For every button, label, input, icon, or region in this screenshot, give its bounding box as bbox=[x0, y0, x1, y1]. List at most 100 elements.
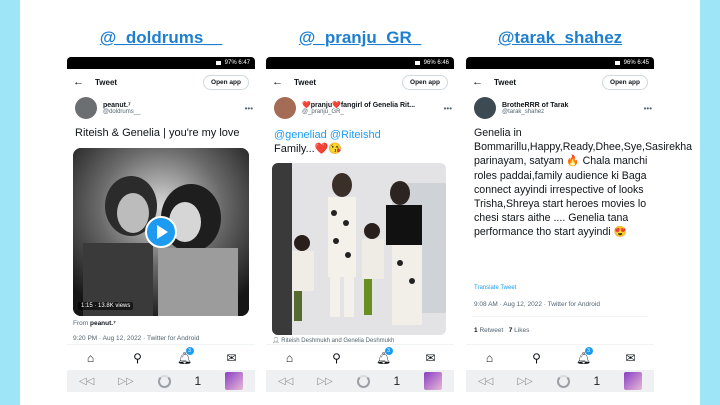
bottom-nav: ⌂ ⚲ 🔔︎ 3 ✉ bbox=[466, 344, 654, 370]
retweet-count[interactable]: 1 bbox=[474, 327, 478, 334]
tweet-header-title: Tweet bbox=[294, 77, 317, 87]
home-icon[interactable]: ⌂ bbox=[81, 351, 101, 365]
browser-bar: ◁◁ ▷▷ 1 bbox=[466, 370, 654, 392]
retweet-label: Retweet bbox=[479, 327, 504, 334]
forward-icon[interactable]: ▷▷ bbox=[118, 376, 133, 387]
from-label: From bbox=[73, 320, 89, 327]
left-accent-bar bbox=[0, 0, 20, 405]
arrow-left-icon[interactable]: ← bbox=[272, 76, 286, 88]
open-app-button[interactable]: Open app bbox=[402, 74, 448, 90]
avatar[interactable] bbox=[474, 97, 496, 119]
notification-badge: 3 bbox=[185, 346, 194, 355]
tweet-video[interactable]: 1:15 · 13.8K views bbox=[73, 148, 249, 316]
photo-tags: 👤︎ Riteish Deshmukh and Genelia Deshmukh bbox=[272, 337, 394, 344]
tweet-text: Genelia in Bommarillu,Happy,Ready,Dhee,S… bbox=[474, 127, 693, 239]
notifications-icon[interactable]: 🔔︎ 3 bbox=[374, 346, 394, 365]
search-icon[interactable]: ⚲ bbox=[527, 351, 547, 365]
author-handle[interactable]: @_pranju_GR_ bbox=[302, 109, 442, 115]
like-label: Likes bbox=[514, 327, 530, 334]
author-name[interactable]: BrotheRRR of Tarak bbox=[502, 102, 642, 109]
tweet-meta: 9:20 PM · Aug 12, 2022 · Twitter for And… bbox=[73, 335, 200, 342]
from-line: From peanut.⁷ bbox=[73, 320, 116, 327]
tabs-icon[interactable] bbox=[624, 372, 643, 390]
avatar[interactable] bbox=[274, 97, 296, 119]
tweet-photo[interactable] bbox=[272, 163, 446, 335]
tweet-card-1: @_doldrums__ 97% 6:47 ← Tweet Open app p… bbox=[67, 0, 255, 405]
tabs-icon[interactable] bbox=[225, 372, 244, 390]
home-icon[interactable]: ⌂ bbox=[280, 351, 300, 365]
play-icon bbox=[157, 225, 168, 239]
video-duration: 1:15 · 13.8K views bbox=[78, 302, 134, 310]
status-text: 97% 6:47 bbox=[224, 60, 250, 66]
tabs-icon[interactable] bbox=[424, 372, 443, 390]
from-user[interactable]: peanut.⁷ bbox=[90, 320, 116, 327]
tweet-author: BrotheRRR of Tarak @tarak_shahez ••• bbox=[474, 96, 652, 120]
notification-badge: 3 bbox=[584, 346, 593, 355]
tweet-author: peanut.⁷ @doldrums__ ••• bbox=[75, 96, 253, 120]
tab-count[interactable]: 1 bbox=[393, 374, 400, 388]
more-icon[interactable]: ••• bbox=[243, 104, 253, 113]
tweet-card-3: @tarak_shahez 96% 6:45 ← Tweet Open app … bbox=[466, 0, 693, 405]
right-accent-bar bbox=[700, 0, 720, 405]
messages-icon[interactable]: ✉ bbox=[222, 351, 242, 365]
tweet-text: Riteish & Genelia | you're my love bbox=[75, 127, 240, 139]
status-bar: 96% 6:46 bbox=[266, 57, 454, 69]
tab-count[interactable]: 1 bbox=[593, 374, 600, 388]
home-icon[interactable]: ⌂ bbox=[480, 351, 500, 365]
avatar[interactable] bbox=[75, 97, 97, 119]
back-icon[interactable]: ◁◁ bbox=[278, 376, 293, 387]
search-icon[interactable]: ⚲ bbox=[128, 351, 148, 365]
open-app-button[interactable]: Open app bbox=[203, 74, 249, 90]
status-text: 96% 6:45 bbox=[623, 60, 649, 66]
forward-icon[interactable]: ▷▷ bbox=[317, 376, 332, 387]
tweet-topbar: ← Tweet Open app bbox=[67, 71, 255, 93]
reload-icon[interactable] bbox=[556, 374, 570, 388]
notification-badge: 3 bbox=[384, 346, 393, 355]
browser-bar: ◁◁ ▷▷ 1 bbox=[266, 370, 454, 392]
status-bar: 96% 6:45 bbox=[466, 57, 654, 69]
signal-icon bbox=[215, 61, 221, 65]
reload-icon[interactable] bbox=[157, 374, 171, 388]
like-count[interactable]: 7 bbox=[509, 327, 513, 334]
forward-icon[interactable]: ▷▷ bbox=[517, 376, 532, 387]
more-icon[interactable]: ••• bbox=[442, 104, 452, 113]
play-button[interactable] bbox=[145, 216, 177, 248]
notifications-icon[interactable]: 🔔︎ 3 bbox=[574, 346, 594, 365]
arrow-left-icon[interactable]: ← bbox=[472, 76, 486, 88]
divider bbox=[472, 316, 648, 317]
tweet-text: Family...❤️😘 bbox=[274, 143, 343, 155]
card-title: @_pranju_GR_ bbox=[298, 28, 422, 47]
browser-bar: ◁◁ ▷▷ 1 bbox=[67, 370, 255, 392]
notifications-icon[interactable]: 🔔︎ 3 bbox=[175, 346, 195, 365]
status-bar: 97% 6:47 bbox=[67, 57, 255, 69]
card-title: @tarak_shahez bbox=[497, 28, 623, 47]
tweet-card-2: @_pranju_GR_ 96% 6:46 ← Tweet Open app ❤… bbox=[266, 0, 454, 405]
back-icon[interactable]: ◁◁ bbox=[79, 376, 94, 387]
search-icon[interactable]: ⚲ bbox=[327, 351, 347, 365]
photo-content bbox=[272, 163, 446, 335]
tweet-stats: 1 Retweet 7 Likes bbox=[474, 327, 529, 334]
status-text: 96% 6:46 bbox=[423, 60, 449, 66]
open-app-button[interactable]: Open app bbox=[602, 74, 648, 90]
back-icon[interactable]: ◁◁ bbox=[478, 376, 493, 387]
messages-icon[interactable]: ✉ bbox=[621, 351, 641, 365]
author-name[interactable]: ❤️pranju❤️fangirl of Genelia Rit... bbox=[302, 101, 442, 109]
author-handle[interactable]: @doldrums__ bbox=[103, 109, 243, 115]
signal-icon bbox=[414, 61, 420, 65]
author-handle[interactable]: @tarak_shahez bbox=[502, 109, 642, 115]
tab-count[interactable]: 1 bbox=[194, 374, 201, 388]
reload-icon[interactable] bbox=[356, 374, 370, 388]
bottom-nav: ⌂ ⚲ 🔔︎ 3 ✉ bbox=[266, 344, 454, 370]
tweet-header-title: Tweet bbox=[95, 77, 118, 87]
tweet-meta: 9:08 AM · Aug 12, 2022 · Twitter for And… bbox=[474, 301, 600, 308]
tweet-mentions[interactable]: @geneliad @Riteishd bbox=[274, 128, 452, 142]
arrow-left-icon[interactable]: ← bbox=[73, 76, 87, 88]
author-name[interactable]: peanut.⁷ bbox=[103, 102, 243, 109]
tweet-topbar: ← Tweet Open app bbox=[466, 71, 654, 93]
signal-icon bbox=[614, 61, 620, 65]
messages-icon[interactable]: ✉ bbox=[421, 351, 441, 365]
translate-link[interactable]: Translate Tweet bbox=[474, 285, 516, 291]
tweet-author: ❤️pranju❤️fangirl of Genelia Rit... @_pr… bbox=[274, 96, 452, 120]
bottom-nav: ⌂ ⚲ 🔔︎ 3 ✉ bbox=[67, 344, 255, 370]
more-icon[interactable]: ••• bbox=[642, 104, 652, 113]
